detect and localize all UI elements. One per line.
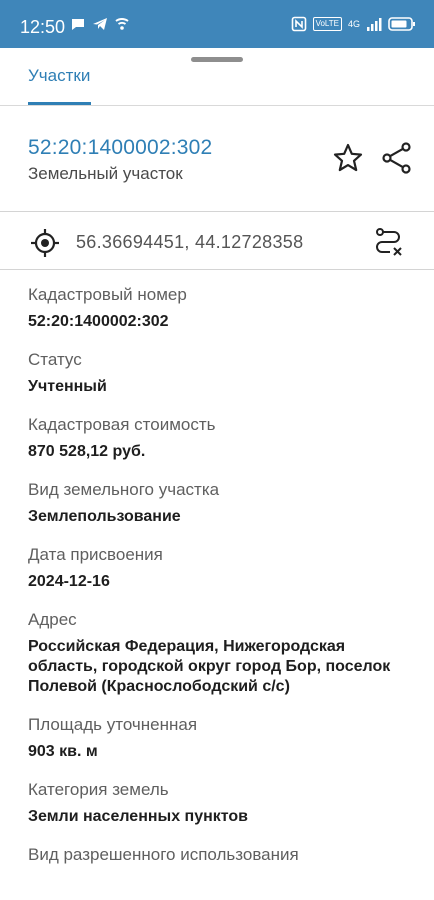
coordinates-row[interactable]: 56.36694451, 44.12728358: [0, 212, 434, 270]
bottom-sheet: Участки 52:20:1400002:302 Земельный учас…: [0, 48, 434, 900]
field-label: Адрес: [28, 610, 77, 629]
parcel-type-subtitle: Земельный участок: [28, 164, 183, 183]
field-label: Кадастровый номер: [28, 285, 187, 304]
tab-parcels[interactable]: Участки: [28, 66, 90, 86]
status-time: 12:50: [20, 17, 66, 37]
network-type: 4G: [347, 19, 360, 29]
status-left-icons: [70, 16, 130, 32]
field-label: Площадь уточненная: [28, 715, 198, 734]
field-cadastral-cost: Кадастровая стоимость 870 528,12 руб.: [28, 414, 418, 462]
route-icon[interactable]: [372, 226, 404, 258]
nfc-icon: [291, 16, 306, 32]
field-label: Кадастровая стоимость: [28, 415, 216, 434]
coordinates-text[interactable]: 56.36694451, 44.12728358: [76, 232, 303, 253]
field-value: Земли населенных пунктов: [28, 808, 249, 825]
share-icon[interactable]: [380, 142, 414, 174]
cadastral-number-title[interactable]: 52:20:1400002:302: [28, 136, 212, 160]
field-label: Дата присвоения: [28, 545, 163, 564]
field-assignment-date: Дата присвоения 2024-12-16: [28, 544, 418, 592]
field-value: Учтенный: [28, 378, 107, 395]
field-label: Категория земель: [28, 780, 169, 799]
field-label: Вид земельного участка: [28, 480, 220, 499]
field-permitted-use: Вид разрешенного использования: [28, 844, 418, 866]
field-value: 870 528,12 руб.: [28, 443, 146, 460]
wifi-icon: [115, 18, 129, 30]
chat-icon: [72, 19, 84, 30]
status-right-icons: VoLTE 4G: [291, 16, 416, 32]
field-label: Вид разрешенного использования: [28, 845, 299, 864]
field-value[interactable]: 52:20:1400002:302: [28, 312, 418, 332]
parcel-header: 52:20:1400002:302 Земельный участок: [0, 106, 434, 212]
telegram-icon: [93, 18, 107, 30]
field-address: Адрес Российская Федерация, Нижегородска…: [28, 609, 418, 697]
field-value: 2024-12-16: [28, 573, 110, 590]
field-value: Российская Федерация, Нижегородская обла…: [28, 638, 391, 695]
volte-icon: VoLTE: [312, 17, 342, 31]
favorite-star-icon[interactable]: [332, 142, 364, 174]
signal-icon: [367, 18, 382, 31]
field-value: 903 кв. м: [28, 743, 98, 760]
field-land-category: Категория земель Земли населенных пункто…: [28, 779, 418, 827]
tab-bar: Участки: [0, 48, 434, 106]
status-bar: 12:50 VoLTE 4G: [0, 0, 434, 48]
battery-icon: [388, 17, 415, 31]
field-parcel-kind: Вид земельного участка Землепользование: [28, 479, 418, 527]
field-value: Землепользование: [28, 508, 181, 525]
field-cadastral-number: Кадастровый номер 52:20:1400002:302: [28, 284, 418, 332]
field-area: Площадь уточненная 903 кв. м: [28, 714, 418, 762]
field-status: Статус Учтенный: [28, 349, 418, 397]
field-label: Статус: [28, 350, 82, 369]
crosshair-location-icon: [31, 229, 59, 257]
parcel-details-list: Кадастровый номер 52:20:1400002:302 Стат…: [28, 284, 418, 883]
tab-active-indicator: [28, 102, 91, 105]
